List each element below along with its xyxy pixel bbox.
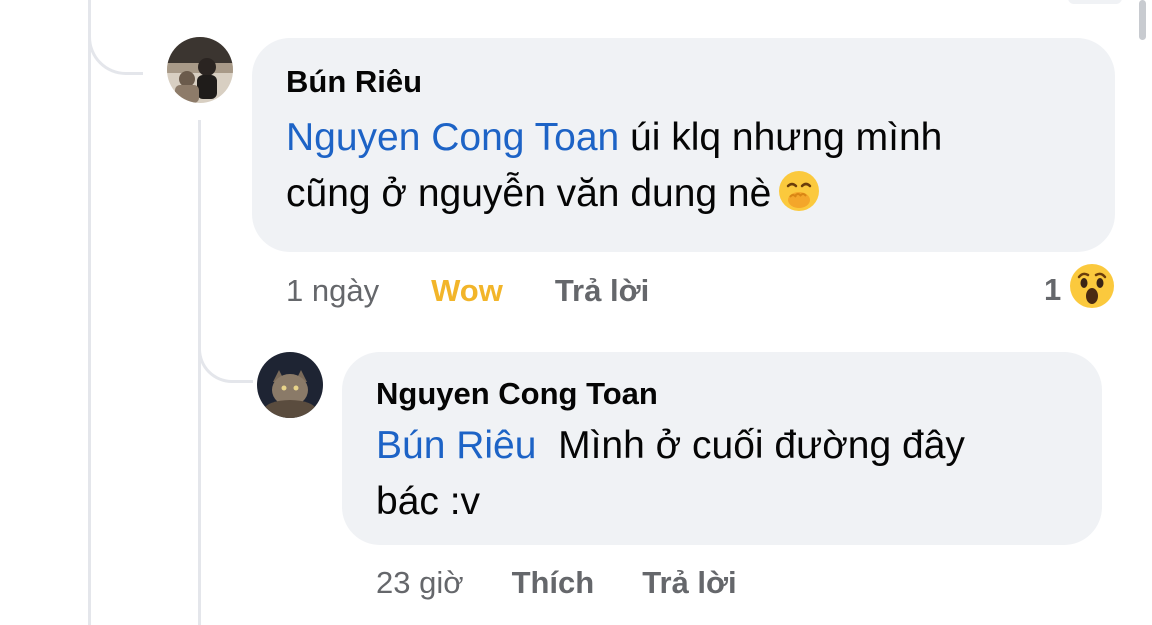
wow-reaction-icon	[1069, 263, 1115, 317]
comment-thread: Bún Riêu Nguyen Cong Toan úi klq nhưng m…	[0, 0, 1152, 625]
comment-time[interactable]: 1 ngày	[286, 273, 379, 309]
mention-link[interactable]: Bún Riêu	[376, 424, 536, 467]
comment-text-line2: cũng ở nguyễn văn dung nè	[286, 172, 772, 215]
reply-text-line1: Mình ở cuối đường đây	[536, 424, 965, 467]
reply-text-line2: bác :v	[376, 480, 481, 523]
reply-button[interactable]: Trả lời	[555, 273, 649, 309]
reply-button[interactable]: Trả lời	[642, 565, 736, 601]
reply-bubble: Nguyen Cong Toan Bún Riêu Mình ở cuối đư…	[342, 352, 1102, 545]
thread-line	[88, 0, 91, 625]
scrollbar[interactable]	[1139, 0, 1146, 40]
comment-text-line1: úi klq nhưng mình	[619, 116, 943, 159]
comment-actions: 1 ngày Wow Trả lời	[286, 270, 649, 312]
like-button[interactable]: Thích	[512, 565, 595, 601]
reaction-count: 1	[1044, 272, 1062, 307]
thread-connector	[88, 0, 143, 75]
comment-author[interactable]: Bún Riêu	[286, 62, 1081, 102]
reply-author[interactable]: Nguyen Cong Toan	[376, 374, 1068, 414]
reply-thread-line	[198, 120, 201, 625]
reply-time[interactable]: 23 giờ	[376, 565, 464, 601]
comment-text: Nguyen Cong Toan úi klq nhưng mình cũng …	[286, 110, 1081, 229]
previous-element-edge	[1068, 0, 1122, 4]
reply-text: Bún Riêu Mình ở cuối đường đây bác :v	[376, 418, 1068, 530]
mention-link[interactable]: Nguyen Cong Toan	[286, 116, 619, 159]
avatar[interactable]	[257, 352, 323, 418]
reaction-summary[interactable]: 1	[1044, 264, 1115, 312]
comment-bubble: Bún Riêu Nguyen Cong Toan úi klq nhưng m…	[252, 38, 1115, 252]
reply-thread-connector	[198, 300, 253, 383]
reply-actions: 23 giờ Thích Trả lời	[376, 562, 737, 604]
avatar[interactable]	[167, 37, 233, 103]
wow-reaction-button[interactable]: Wow	[431, 273, 503, 309]
face-with-hand-over-mouth-icon	[777, 169, 821, 229]
